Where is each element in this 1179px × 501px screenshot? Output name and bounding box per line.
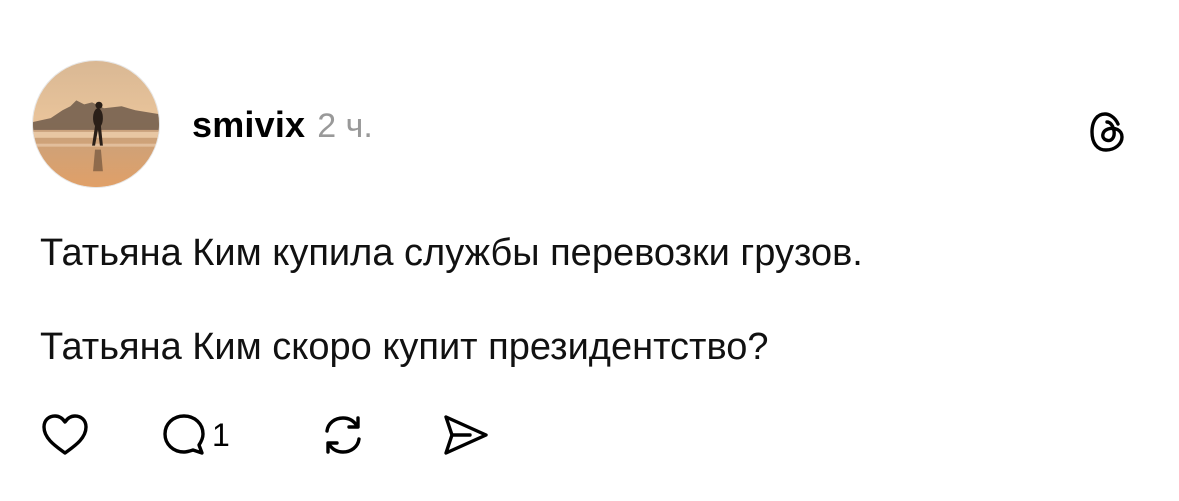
post-text-line-2: Татьяна Ким скоро купит президентство? bbox=[40, 326, 769, 368]
post-text-line-1: Татьяна Ким купила службы перевозки груз… bbox=[40, 232, 863, 274]
reply-button[interactable]: 1 bbox=[160, 410, 230, 460]
like-button[interactable] bbox=[40, 410, 90, 460]
repost-button[interactable] bbox=[318, 410, 368, 460]
author-username[interactable]: smivix bbox=[192, 104, 305, 146]
send-plane-icon bbox=[444, 415, 488, 455]
post-header: smivix 2 ч. bbox=[192, 104, 373, 152]
heart-icon bbox=[42, 414, 88, 455]
author-avatar[interactable] bbox=[32, 60, 160, 188]
share-button[interactable] bbox=[440, 410, 492, 460]
threads-logo-icon[interactable] bbox=[1086, 110, 1130, 154]
repost-arrows-icon bbox=[325, 416, 361, 454]
comment-bubble-icon bbox=[163, 414, 205, 455]
avatar-photo bbox=[33, 61, 159, 187]
reply-count: 1 bbox=[212, 416, 230, 453]
post-timestamp: 2 ч. bbox=[317, 107, 373, 145]
